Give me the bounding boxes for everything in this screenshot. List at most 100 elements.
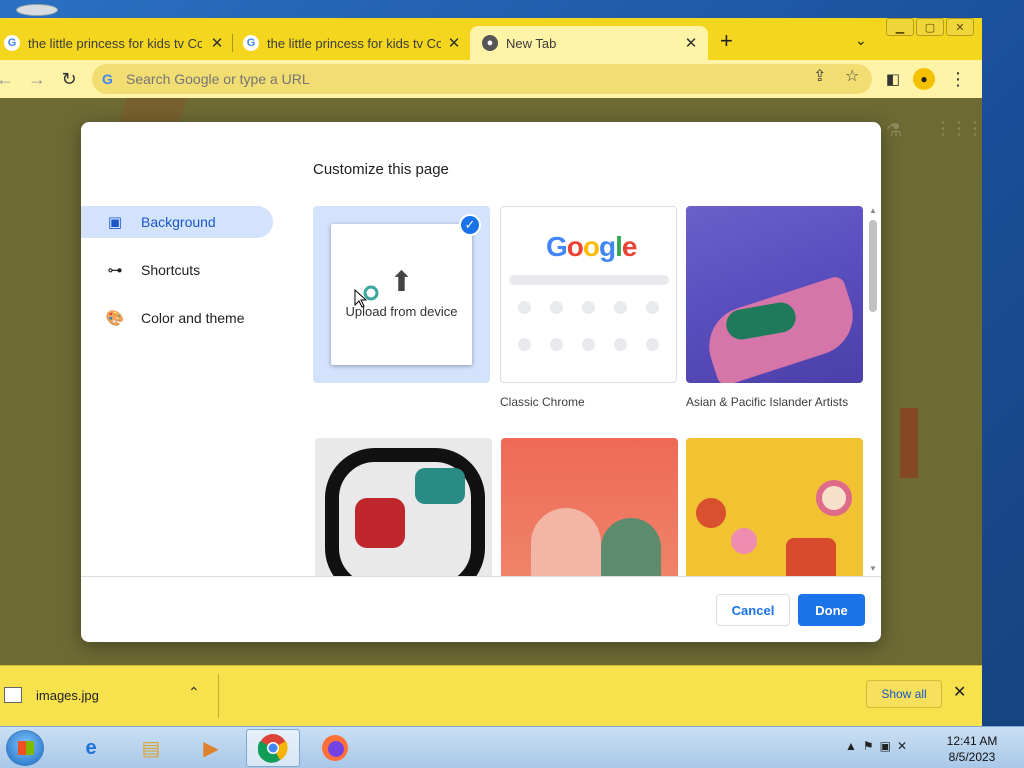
file-explorer-icon[interactable]: ▤ (124, 729, 178, 767)
google-g-icon: G (102, 71, 113, 87)
clock[interactable]: 12:41 AM 8/5/2023 (942, 733, 1002, 765)
media-player-icon[interactable]: ▶ (184, 729, 238, 767)
asian-pacific-islander-artists-tile[interactable]: Asian & Pacific Islander Artists (686, 206, 863, 410)
profile-avatar[interactable]: ● (913, 68, 935, 90)
tile-image (501, 438, 678, 576)
dialog-title: Customize this page (313, 161, 449, 178)
close-tab-icon[interactable]: ✕ (445, 34, 463, 52)
tile-image (315, 438, 492, 576)
toolbar: ← → ↻ G ⇪ ☆ ◧ ● ⋮ (0, 60, 982, 98)
side-panel-icon[interactable]: ◧ (882, 68, 904, 90)
sidebar-item-label: Color and theme (141, 310, 245, 326)
divider (81, 576, 881, 577)
forward-arrow-icon[interactable]: → (26, 68, 48, 90)
shortcut-placeholder (550, 301, 563, 314)
tile-image: Google (500, 206, 677, 383)
scroll-up-icon[interactable]: ▲ (868, 206, 878, 215)
show-all-button[interactable]: Show all (866, 680, 942, 708)
artwork-shape (731, 528, 757, 554)
sidebar-item-color-theme[interactable]: 🎨 Color and theme (81, 302, 281, 334)
artwork-shape (325, 448, 485, 576)
tab-2[interactable]: G the little princess for kids tv Com ✕ (243, 26, 463, 60)
labs-flask-icon[interactable]: ⚗ (886, 120, 902, 141)
collection-tile[interactable] (315, 438, 492, 576)
artwork-shape (786, 538, 836, 576)
minimize-icon[interactable]: ▁ (886, 18, 914, 36)
classic-chrome-tile[interactable]: Google Classic Chrome (500, 206, 677, 410)
firefox-logo (322, 735, 348, 761)
upload-card: ⬆ Upload from device (331, 224, 472, 365)
omnibox[interactable]: G (92, 64, 872, 94)
menu-kebab-icon[interactable]: ⋮ (947, 68, 969, 90)
sidebar-item-label: Background (141, 214, 216, 230)
done-button[interactable]: Done (798, 594, 865, 626)
sidebar-item-label: Shortcuts (141, 262, 201, 278)
download-item[interactable]: images.jpg (0, 680, 99, 710)
downloads-bar: images.jpg ⌃ Show all ✕ (0, 665, 982, 725)
shortcut-placeholder (614, 338, 627, 351)
background-grid: ⬆ Upload from device ✓ Google Classic Ch… (313, 206, 865, 576)
tab-strip: G the little princess for kids tv Com ✕ … (0, 18, 982, 60)
link-icon: ⊶ (107, 262, 123, 279)
bookmark-star-icon[interactable]: ☆ (845, 66, 859, 86)
tab-new-tab[interactable]: ● New Tab ✕ (470, 26, 708, 60)
close-window-icon[interactable]: ✕ (946, 18, 974, 36)
close-tab-icon[interactable]: ✕ (208, 34, 226, 52)
selected-check-icon: ✓ (459, 214, 481, 236)
tab-1[interactable]: G the little princess for kids tv Com ✕ (4, 26, 226, 60)
maximize-icon[interactable]: ▢ (916, 18, 944, 36)
chevron-up-icon[interactable]: ⌃ (188, 684, 200, 701)
tile-image (686, 438, 863, 576)
artwork-shape (696, 498, 726, 528)
chrome-icon (258, 734, 288, 763)
cancel-button[interactable]: Cancel (716, 594, 790, 626)
upload-tile[interactable]: ⬆ Upload from device ✓ (313, 206, 490, 383)
google-g-icon: G (4, 35, 20, 51)
close-downloads-icon[interactable]: ✕ (953, 682, 966, 702)
scroll-thumb[interactable] (869, 220, 877, 312)
apps-grid-icon[interactable]: ⋮⋮⋮ (934, 118, 982, 139)
customize-sidebar: ▣ Background ⊶ Shortcuts 🎨 Color and the… (81, 206, 281, 350)
tile-label: Classic Chrome (500, 395, 585, 409)
divider (218, 674, 219, 718)
shortcut-placeholder (582, 301, 595, 314)
share-icon[interactable]: ⇪ (813, 66, 826, 86)
clock-time: 12:41 AM (946, 734, 998, 748)
chrome-taskbar-icon[interactable] (246, 729, 300, 767)
tab-title: the little princess for kids tv Com (267, 35, 441, 51)
back-arrow-icon[interactable]: ← (0, 68, 16, 90)
desktop-icon[interactable] (16, 4, 58, 16)
background-art (900, 408, 918, 478)
internet-explorer-icon[interactable]: e (64, 729, 118, 767)
shortcut-placeholder (614, 301, 627, 314)
scroll-down-icon[interactable]: ▼ (868, 564, 878, 573)
shortcut-placeholder (646, 301, 659, 314)
firefox-icon[interactable] (308, 729, 362, 767)
shortcut-placeholder (646, 338, 659, 351)
collection-tile[interactable] (686, 438, 863, 576)
tile-label: Asian & Pacific Islander Artists (686, 395, 849, 409)
download-file-name: images.jpg (36, 687, 99, 703)
artwork-shape (355, 498, 405, 548)
clock-date: 8/5/2023 (948, 750, 996, 764)
chrome-icon: ● (482, 35, 498, 51)
reload-icon[interactable]: ↻ (58, 68, 80, 90)
artwork-shape (816, 480, 852, 516)
new-tab-button[interactable]: + (720, 30, 733, 52)
shortcut-placeholder (582, 338, 595, 351)
sidebar-item-shortcuts[interactable]: ⊶ Shortcuts (81, 254, 281, 286)
artwork-shape (531, 508, 601, 576)
artwork-shape (601, 518, 661, 576)
image-icon: ▣ (107, 214, 123, 231)
shortcut-placeholder (518, 301, 531, 314)
windows-flag-icon (18, 741, 34, 755)
tab-search-chevron-icon[interactable]: ⌄ (855, 32, 867, 49)
start-button[interactable] (6, 730, 44, 766)
close-tab-icon[interactable]: ✕ (682, 34, 700, 52)
system-tray[interactable]: ▲⚑▣✕ (845, 739, 913, 753)
sidebar-item-background[interactable]: ▣ Background (81, 206, 273, 238)
grid-scrollbar[interactable]: ▲ ▼ (868, 206, 878, 576)
omnibox-input[interactable] (126, 71, 776, 87)
collection-tile[interactable] (501, 438, 678, 576)
palette-icon: 🎨 (105, 310, 125, 327)
